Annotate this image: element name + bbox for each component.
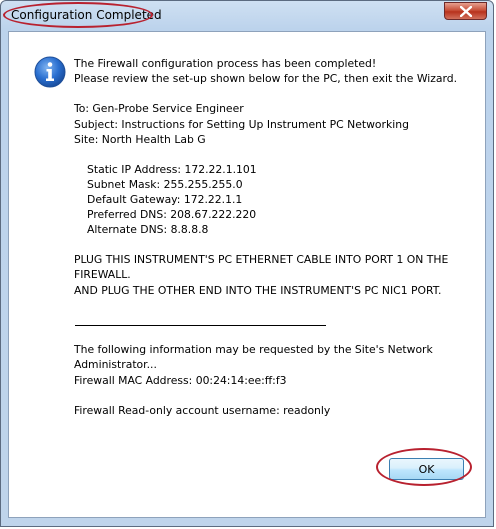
dialog-window: Configuration Completed The Firewall con…: [0, 0, 494, 527]
instruction-line-1: PLUG THIS INSTRUMENT'S PC ETHERNET CABLE…: [74, 253, 449, 266]
instruction-line-3: AND PLUG THE OTHER END INTO THE INSTRUME…: [74, 284, 442, 297]
subnet-mask-line: Subnet Mask: 255.255.255.0: [87, 178, 243, 191]
preferred-dns-line: Preferred DNS: 208.67.222.220: [87, 208, 257, 221]
subject-line: Subject: Instructions for Setting Up Ins…: [74, 118, 409, 131]
info-icon: [34, 56, 66, 88]
default-gateway-line: Default Gateway: 172.22.1.1: [87, 193, 243, 206]
readonly-account-line: Firewall Read-only account username: rea…: [74, 404, 331, 417]
alternate-dns-line: Alternate DNS: 8.8.8.8: [87, 223, 209, 236]
dialog-content: The Firewall configuration process has b…: [8, 31, 486, 518]
intro-line-1: The Firewall configuration process has b…: [74, 57, 377, 70]
ok-button[interactable]: OK: [389, 458, 464, 480]
mac-address-line: Firewall MAC Address: 00:24:14:ee:ff:f3: [74, 374, 287, 387]
recipient-line: To: Gen-Probe Service Engineer: [74, 102, 244, 115]
close-icon: [459, 5, 472, 17]
intro-line-2: Please review the set-up shown below for…: [74, 72, 458, 85]
instruction-line-2: FIREWALL.: [74, 268, 131, 281]
title-annotation-ellipse: [3, 2, 153, 28]
site-line: Site: North Health Lab G: [74, 133, 206, 146]
separator-line: [75, 325, 326, 326]
static-ip-line: Static IP Address: 172.22.1.101: [87, 163, 257, 176]
close-button[interactable]: [444, 2, 487, 20]
admin-info-line-2: Administrator...: [74, 358, 157, 371]
admin-info-line-1: The following information may be request…: [74, 343, 433, 356]
title-bar[interactable]: Configuration Completed: [1, 1, 493, 31]
